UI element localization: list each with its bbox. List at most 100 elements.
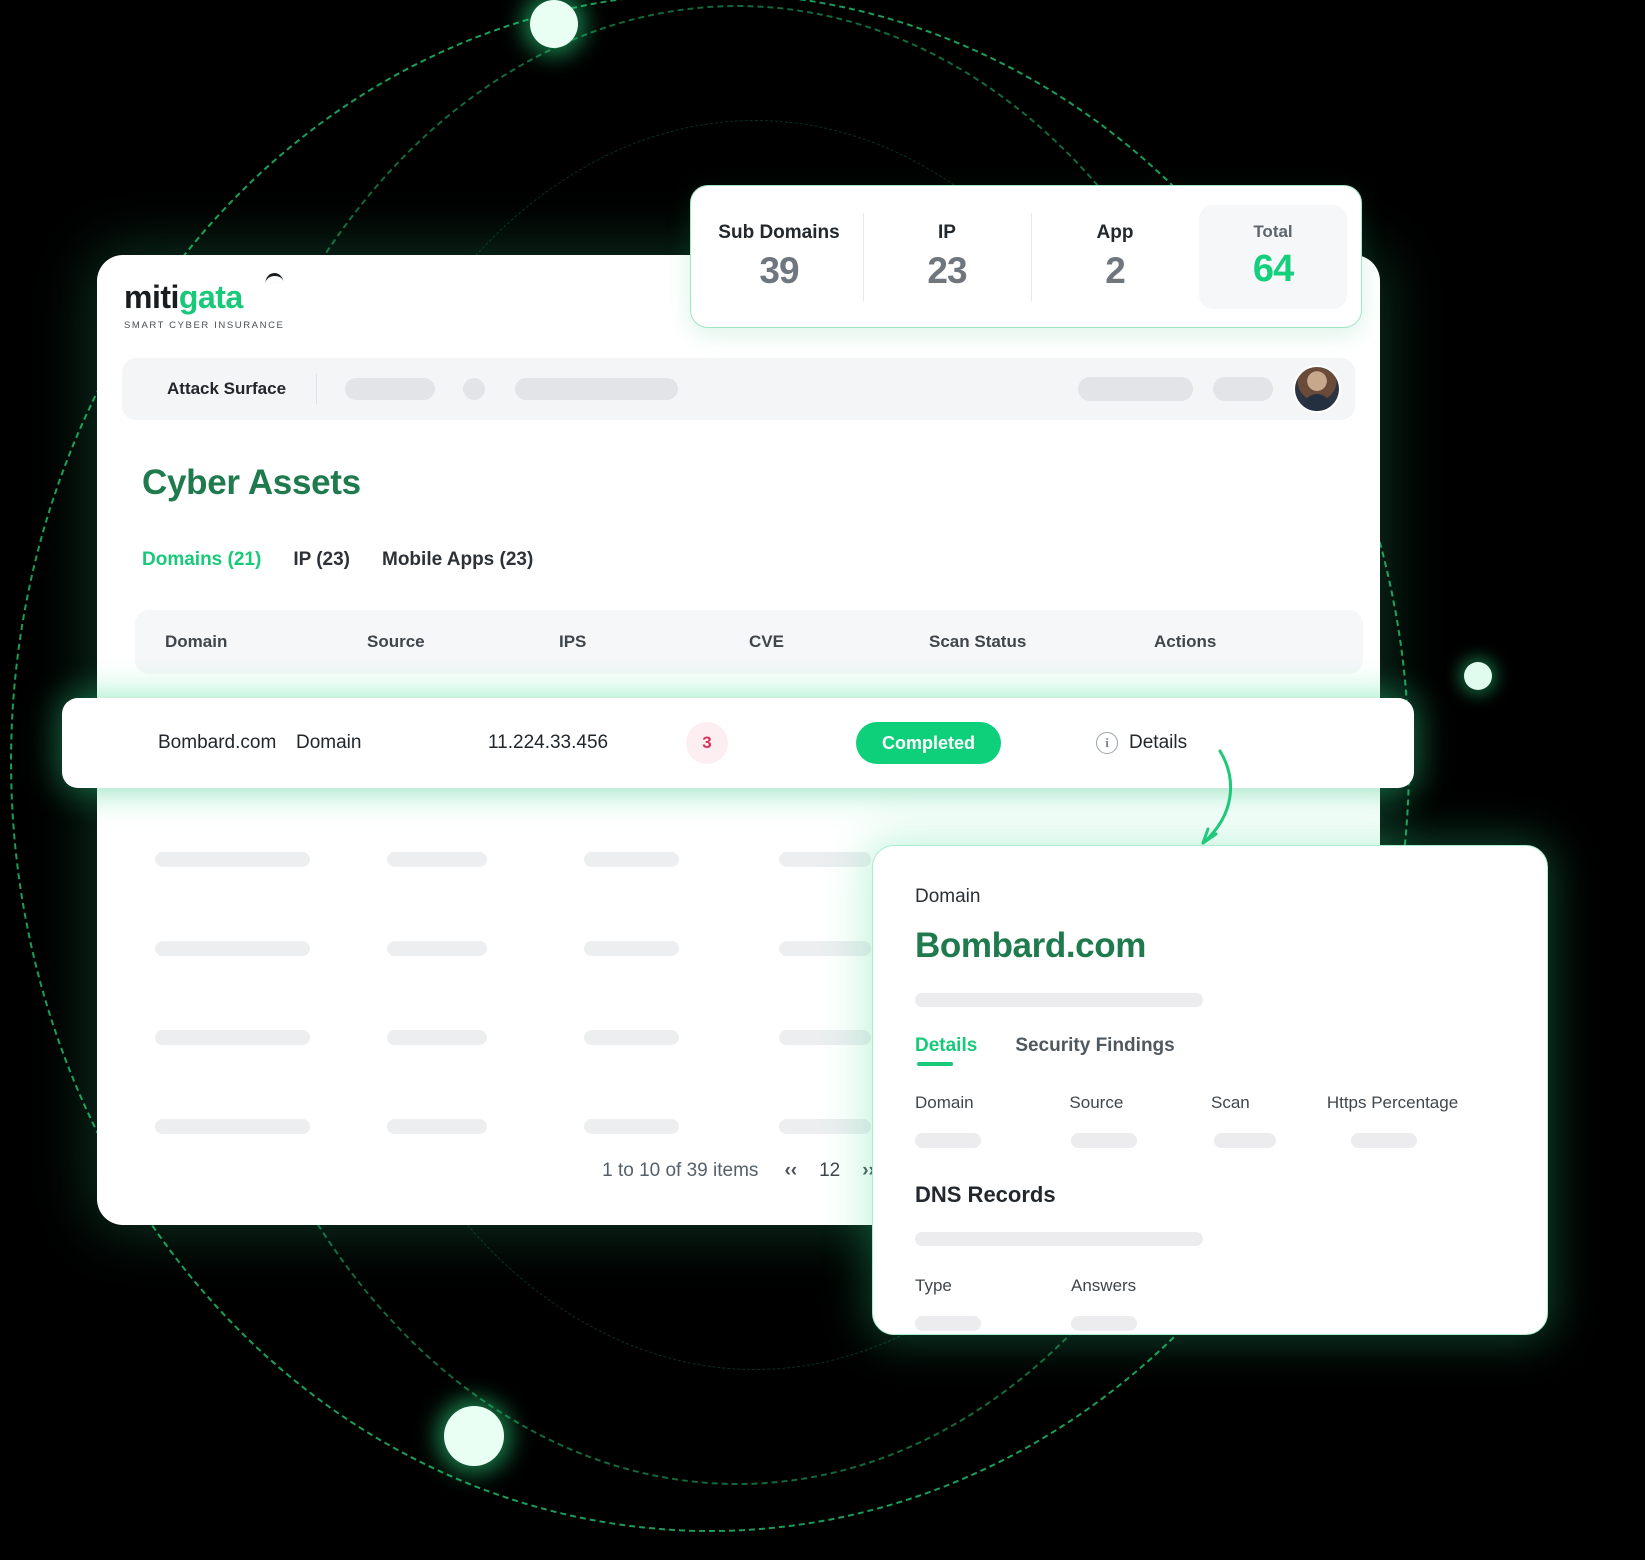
- tab-ip[interactable]: IP (23): [293, 549, 350, 571]
- header-source: Source: [367, 632, 425, 651]
- brand-accent-icon: [264, 272, 284, 284]
- highlighted-table-row[interactable]: Bombard.com Domain 11.224.33.456 3 Compl…: [62, 698, 1414, 788]
- value-placeholder: [1071, 1316, 1137, 1331]
- cell-placeholder: [584, 1030, 679, 1045]
- header-ips: IPS: [559, 632, 587, 651]
- dns-header-type: Type: [915, 1276, 952, 1295]
- brand-logo[interactable]: mitigata SMART CYBER INSURANCE: [124, 272, 285, 331]
- info-icon: i: [1096, 732, 1118, 754]
- dns-header-answers: Answers: [1071, 1276, 1137, 1295]
- cell-placeholder: [584, 941, 679, 956]
- status-badge: Completed: [856, 722, 1002, 764]
- cell-placeholder: [779, 941, 871, 956]
- screenshot-stage: mitigata SMART CYBER INSURANCE Attack Su…: [0, 0, 1645, 1560]
- cell-placeholder: [779, 1030, 871, 1045]
- header-scan-status: Scan Status: [929, 632, 1027, 651]
- value-placeholder: [1071, 1133, 1137, 1148]
- brand-tagline: SMART CYBER INSURANCE: [124, 320, 285, 331]
- cell-placeholder: [155, 1030, 310, 1045]
- value-placeholder: [915, 1133, 981, 1148]
- detail-panel-domain: Bombard.com: [915, 926, 1146, 965]
- value-placeholder: [1351, 1133, 1417, 1148]
- value-placeholder: [915, 1316, 981, 1331]
- row-actions: i Details: [1096, 732, 1296, 754]
- stat-label: Sub Domains: [718, 221, 840, 243]
- top-navigation-bar: Attack Surface: [122, 358, 1355, 420]
- topbar-placeholder-1[interactable]: [345, 378, 436, 400]
- orbit-dot-top: [530, 0, 578, 48]
- brand-name-dark: miti: [124, 279, 179, 315]
- cell-placeholder: [387, 852, 487, 867]
- row-ips: 11.224.33.456: [488, 732, 609, 753]
- stat-sub-domains: Sub Domains 39: [695, 209, 863, 305]
- pagination-info: 1 to 10 of 39 items: [602, 1160, 759, 1181]
- brand-name-green: gata: [178, 279, 243, 315]
- stat-label: App: [1096, 221, 1134, 243]
- avatar[interactable]: [1295, 367, 1339, 411]
- dns-placeholder-bar: [915, 1232, 1203, 1246]
- cell-placeholder: [387, 941, 487, 956]
- header-domain: Domain: [165, 632, 228, 651]
- cell-placeholder: [584, 1119, 679, 1134]
- topbar-title: Attack Surface: [167, 379, 287, 398]
- row-source: Domain: [296, 732, 362, 753]
- pagination-page-number[interactable]: 12: [819, 1160, 840, 1182]
- pagination-controls: ‹‹ 12 ››: [784, 1160, 874, 1182]
- stat-total: Total 64: [1199, 204, 1347, 309]
- detail-tab-details[interactable]: Details: [915, 1035, 977, 1066]
- detail-header-scan: Scan: [1210, 1093, 1250, 1112]
- cell-placeholder: [387, 1119, 487, 1134]
- domain-detail-panel: Domain Bombard.com Details Security Find…: [872, 845, 1548, 1335]
- orbit-dot-bottom: [444, 1406, 504, 1466]
- cve-count-badge: 3: [686, 722, 728, 764]
- detail-header-https-percentage: Https Percentage: [1326, 1093, 1459, 1112]
- detail-column-headers: Domain Source Scan Https Percentage: [915, 1093, 1505, 1113]
- row-scan-status: Completed: [856, 722, 1096, 764]
- header-cve: CVE: [749, 632, 784, 651]
- tab-domains[interactable]: Domains (21): [142, 549, 261, 571]
- pagination-prev-button[interactable]: ‹‹: [784, 1160, 797, 1182]
- topbar-placeholder-2[interactable]: [515, 378, 679, 400]
- stat-value: 39: [759, 249, 799, 291]
- stat-total-value: 64: [1252, 248, 1294, 290]
- detail-header-source: Source: [1069, 1093, 1124, 1112]
- detail-header-domain: Domain: [915, 1093, 974, 1112]
- cell-placeholder: [155, 852, 310, 867]
- topbar-placeholder-dot[interactable]: [463, 378, 486, 400]
- dns-records-title: DNS Records: [915, 1182, 1056, 1207]
- row-cve: 3: [686, 722, 856, 764]
- page-title: Cyber Assets: [142, 463, 361, 502]
- stat-ip: IP 23: [863, 209, 1031, 305]
- cell-placeholder: [155, 941, 310, 956]
- brand-logo-text: mitigata: [124, 272, 284, 315]
- stat-value: 23: [927, 249, 967, 291]
- topbar-placeholder-4[interactable]: [1213, 377, 1273, 401]
- header-actions: Actions: [1154, 632, 1217, 651]
- details-button-label: Details: [1129, 732, 1188, 753]
- row-domain: Bombard.com: [158, 732, 277, 753]
- detail-panel-label: Domain: [915, 886, 981, 907]
- topbar-placeholder-3[interactable]: [1078, 377, 1193, 401]
- stat-value: 2: [1105, 249, 1126, 291]
- cell-placeholder: [584, 852, 679, 867]
- stat-label: IP: [938, 221, 956, 243]
- topbar-divider: [316, 374, 318, 404]
- details-button[interactable]: i Details: [1096, 732, 1296, 754]
- tab-mobile-apps[interactable]: Mobile Apps (23): [382, 549, 533, 571]
- cell-placeholder: [387, 1030, 487, 1045]
- stat-total-label: Total: [1253, 222, 1293, 241]
- assets-summary-card: Sub Domains 39 IP 23 App 2 Total 64: [690, 185, 1362, 328]
- detail-tab-security-findings[interactable]: Security Findings: [1015, 1035, 1174, 1066]
- cell-placeholder: [779, 1119, 871, 1134]
- orbit-dot-right: [1464, 662, 1492, 690]
- dns-column-headers: Type Answers: [915, 1276, 1505, 1296]
- dns-value-placeholders: [915, 1316, 1505, 1331]
- table-header-row: Domain Source IPS CVE Scan Status Action…: [135, 610, 1363, 674]
- cell-placeholder: [779, 852, 871, 867]
- stat-app: App 2: [1031, 209, 1199, 305]
- value-placeholder: [1214, 1133, 1276, 1148]
- detail-panel-tabs: Details Security Findings: [915, 1035, 1505, 1066]
- detail-panel-placeholder-bar: [915, 993, 1203, 1007]
- cell-placeholder: [155, 1119, 310, 1134]
- detail-value-placeholders: [915, 1133, 1505, 1148]
